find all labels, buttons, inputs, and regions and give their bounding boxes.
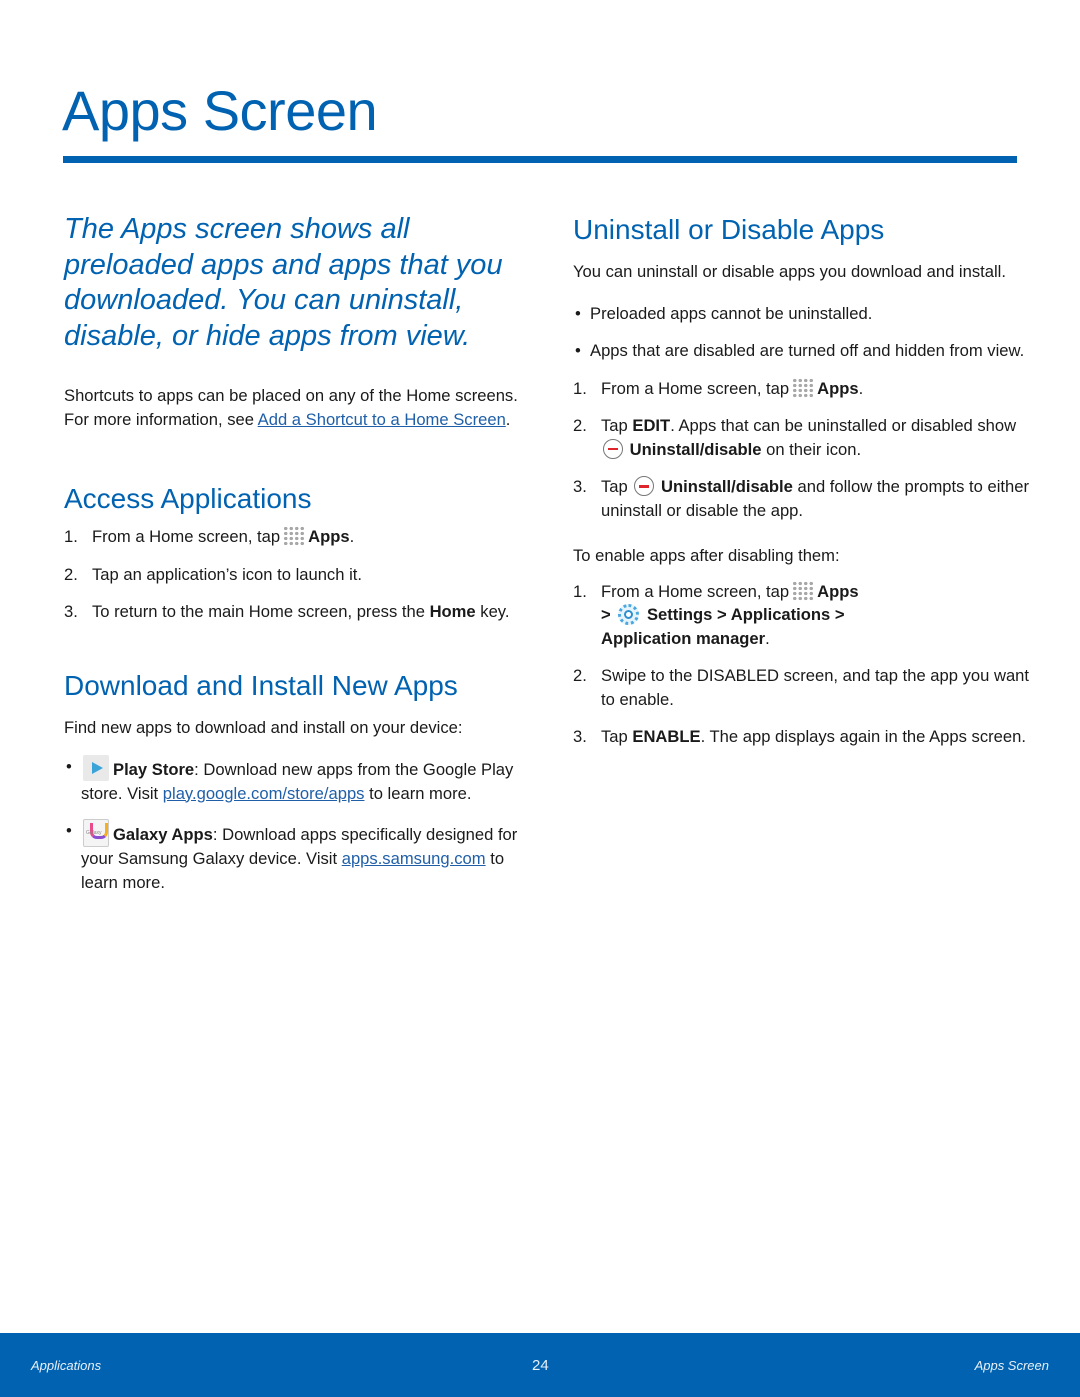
step-number: 3. [573, 477, 587, 496]
step-bold: ENABLE [632, 727, 701, 746]
step-number: 2. [573, 666, 587, 685]
uninstall-intro: You can uninstall or disable apps you do… [573, 262, 1006, 281]
access-step: 1. From a Home screen, tap Apps. [64, 525, 524, 549]
galaxy-apps-icon [83, 819, 109, 847]
bullet-galaxy-apps: • Galaxy Apps: Download apps specificall… [64, 819, 524, 894]
enable-intro: To enable apps after disabling them: [573, 546, 840, 565]
bullet-bold: Galaxy Apps [113, 825, 213, 844]
step-number: 1. [573, 581, 587, 601]
uninstall-step: 1. From a Home screen, tap Apps. [573, 377, 1033, 401]
minus-circle-icon [634, 476, 655, 496]
uninstall-step: 2. Tap EDIT. Apps that can be uninstalle… [573, 414, 1033, 461]
uninstall-bullets: • Preloaded apps cannot be uninstalled. •… [573, 302, 1033, 363]
access-step: 2. Tap an application’s icon to launch i… [64, 563, 524, 587]
step-bold: EDIT [632, 416, 671, 435]
bullet-dot: • [66, 757, 72, 776]
step-text: Swipe to the DISABLED screen, and tap th… [601, 666, 1030, 709]
enable-step: 1. From a Home screen, tap Apps > Setting… [573, 580, 1033, 651]
shortcuts-end: . [505, 409, 511, 429]
uninstall-step: 3. Tap Uninstall/disable and follow the … [573, 475, 1033, 522]
step-number: 3. [573, 727, 587, 746]
step-text: To return to the main Home screen, press… [92, 602, 430, 621]
apps-grid-icon [792, 580, 815, 601]
footer-section: Apps Screen [974, 1358, 1049, 1373]
page-title: Apps Screen [62, 79, 378, 142]
step-text: Tap [601, 727, 633, 746]
samsung-apps-link[interactable]: apps.samsung.com [342, 849, 486, 868]
step-bold: Home [429, 602, 476, 621]
access-step: 3. To return to the main Home screen, pr… [64, 600, 524, 624]
step-bold: Apps [308, 527, 350, 546]
step-text-mid: . Apps that can be uninstalled or disabl… [670, 416, 1017, 435]
download-install-heading: Download and Install New Apps [64, 669, 458, 701]
step-bold: Apps [817, 581, 859, 601]
minus-circle-icon [603, 438, 623, 459]
apps-grid-icon [792, 377, 815, 398]
step-text-end: . The app displays again in the Apps scr… [700, 727, 1026, 746]
path-separator: > [712, 605, 731, 624]
settings-gear-icon [618, 604, 640, 625]
step-text: Tap an application’s icon to launch it. [92, 564, 362, 584]
path-separator: > [830, 605, 845, 624]
enable-steps: 1. From a Home screen, tap Apps > Setting… [573, 580, 1033, 749]
shortcuts-paragraph: Shortcuts to apps can be placed on any o… [64, 384, 524, 431]
bullet-bold: Play Store [113, 760, 195, 779]
bullet-dot: • [575, 341, 581, 360]
bullet-play-store: • Play Store: Download new apps from the… [64, 755, 524, 805]
bullet-item: • Preloaded apps cannot be uninstalled. [573, 302, 1033, 326]
apps-grid-icon [283, 526, 306, 546]
step-text: From a Home screen, tap [601, 581, 790, 601]
footer-page-number: 24 [532, 1357, 549, 1374]
access-steps: 1. From a Home screen, tap Apps. 2. Tap a… [64, 525, 524, 624]
uninstall-steps: 1. From a Home screen, tap Apps. 2. Tap E… [573, 377, 1033, 523]
step-number: 2. [64, 564, 78, 584]
enable-step: 3. Tap ENABLE. The app displays again in… [573, 725, 1033, 749]
play-store-link[interactable]: play.google.com/store/apps [163, 784, 365, 803]
step-bold: Apps [817, 378, 859, 398]
bullet-dot: • [66, 821, 72, 840]
step-bold: Settings [646, 605, 713, 624]
step-number: 1. [64, 527, 78, 546]
step-text: Tap [601, 416, 633, 435]
step-text: From a Home screen, tap [601, 378, 790, 398]
download-intro: Find new apps to download and install on… [64, 717, 463, 737]
bullet-text: Preloaded apps cannot be uninstalled. [590, 303, 873, 323]
step-text: From a Home screen, tap [92, 527, 281, 546]
bullet-text: Apps that are disabled are turned off an… [590, 341, 1025, 360]
download-bullets: • Play Store: Download new apps from the… [64, 755, 524, 894]
uninstall-disable-heading: Uninstall or Disable Apps [573, 214, 885, 245]
step-bold: Application manager [601, 628, 766, 648]
step-number: 2. [573, 416, 587, 435]
title-rule [63, 156, 1017, 163]
step-number: 3. [64, 602, 78, 621]
path-separator: > [601, 605, 611, 624]
play-store-icon [83, 755, 109, 781]
step-number: 1. [573, 378, 587, 398]
step-bold: Uninstall/disable [629, 439, 762, 459]
step-text-end: . [765, 628, 770, 648]
footer-chapter: Applications [31, 1358, 102, 1373]
page-footer: Applications 24 Apps Screen [0, 1333, 1080, 1397]
add-shortcut-link[interactable]: Add a Shortcut to a Home Screen [258, 410, 506, 429]
left-column: The Apps screen shows all preloaded apps… [64, 212, 524, 908]
step-bold: Applications [730, 605, 831, 624]
step-text-end: on their icon. [761, 439, 862, 459]
step-text-end: key. [475, 602, 510, 621]
step-text: Tap [601, 477, 628, 496]
step-text-end: . [349, 527, 355, 546]
bullet-item: • Apps that are disabled are turned off a… [573, 339, 1033, 363]
step-bold: Uninstall/disable [661, 477, 793, 496]
step-text-end: . [858, 378, 864, 398]
access-applications-heading: Access Applications [64, 483, 312, 514]
intro-text: The Apps screen shows all preloaded apps… [64, 213, 503, 352]
right-column: Uninstall or Disable Apps You can uninst… [573, 212, 1033, 763]
bullet-dot: • [575, 303, 581, 323]
bullet-text-end: to learn more. [364, 783, 472, 803]
enable-step: 2. Swipe to the DISABLED screen, and tap… [573, 664, 1033, 711]
